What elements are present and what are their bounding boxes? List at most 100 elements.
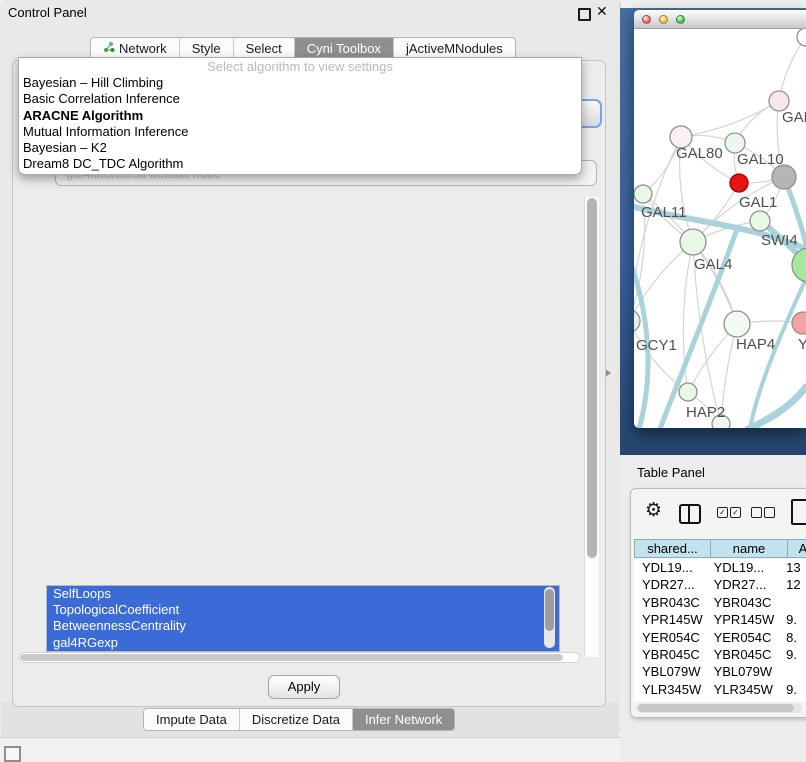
page-icon[interactable] [791,499,806,525]
zoom-traffic-light-icon[interactable] [676,15,685,24]
table-row[interactable]: YDL19...YDL19...13 [634,559,806,576]
tab-cyni-toolbox[interactable]: Cyni Toolbox [294,38,393,59]
table-panel-title: Table Panel [637,465,705,480]
network-node-gal4[interactable] [680,229,706,255]
table-cell: YIL052C [634,698,706,701]
table-cell: 13 [778,559,806,576]
float-window-icon[interactable] [578,8,591,21]
algorithm-option[interactable]: Basic Correlation Inference [19,91,581,107]
dock-panel-icon[interactable] [4,746,21,762]
tab-select[interactable]: Select [233,38,294,59]
tab-style[interactable]: Style [179,38,233,59]
network-node[interactable] [797,29,806,46]
table-cell: YDL19... [706,559,779,576]
list-vertical-scrollbar[interactable] [544,587,555,648]
table-cell: YDR27... [706,576,779,593]
attribute-item[interactable]: gal4RGexp [47,635,559,651]
algorithm-option[interactable]: ARACNE Algorithm [19,108,581,124]
unchecked-box-icon[interactable] [751,507,762,518]
algorithm-option[interactable]: Dream8 DC_TDC Algorithm [19,156,581,172]
minimize-traffic-light-icon[interactable] [659,15,668,24]
table-cell: YDL19... [634,559,706,576]
network-node-hap2[interactable] [679,383,697,401]
node-label: GCY1 [636,337,677,354]
table-row[interactable]: YDR27...YDR27...12 [634,576,806,593]
table-row[interactable]: YBR045CYBR045C9. [634,646,806,663]
network-graph-canvas[interactable]: GALGAL80GAL10GAL1GAL11SWI4GAL4GCY1HAP4YH… [634,29,806,428]
table-cell: 9. [778,646,806,663]
network-window-titlebar[interactable] [634,10,806,29]
tab-jactivemnodules[interactable]: jActiveMNodules [393,38,515,59]
tab-discretize-data[interactable]: Discretize Data [239,709,352,730]
network-view-window[interactable]: GALGAL80GAL10GAL1GAL11SWI4GAL4GCY1HAP4YH… [634,10,806,428]
close-icon[interactable]: ✕ [596,3,608,20]
column-header-A[interactable]: A [788,539,806,558]
network-node-gal1[interactable] [730,174,748,192]
algorithm-option[interactable]: Bayesian – K2 [19,140,581,156]
table-cell: 9 [778,698,806,701]
table-row[interactable]: YER054CYER054C8. [634,629,806,646]
apply-button[interactable]: Apply [268,675,340,699]
network-edge-highlighted[interactable] [750,279,806,428]
unchecked-box-icon[interactable] [764,507,775,518]
data-attributes-list: SelfLoopsTopologicalCoefficientBetweenne… [46,585,560,652]
table-cell: YBR045C [706,646,779,663]
network-node-swi4[interactable] [750,211,770,231]
table-row[interactable]: YLR345WYLR345W9. [634,681,806,698]
node-label: Y [798,336,806,353]
node-table-window: ⚙ ✓ ✓ shared...nameA YDL19...YDL19...13Y… [630,488,806,718]
network-node-gal[interactable] [769,91,789,111]
settings-vertical-scrollbar[interactable] [584,197,599,657]
attribute-item[interactable]: BetweennessCentrality [47,618,559,634]
table-body: YDL19...YDL19...13YDR27...YDR27...12YBR0… [634,559,806,701]
network-node-y[interactable] [792,312,806,334]
table-cell: YER054C [706,629,779,646]
control-panel-window: Control Panel ✕ NetworkStyleSelectCyni T… [0,0,621,731]
node-label: HAP2 [686,404,725,421]
node-label: GAL [782,109,806,126]
column-header-name[interactable]: name [711,539,788,558]
settings-horizontal-scrollbar[interactable] [18,652,580,663]
table-row[interactable]: YBR043CYBR043C [634,594,806,611]
node-label: GAL1 [739,194,777,211]
node-label: GAL4 [694,256,732,273]
attribute-item[interactable]: SelfLoops [47,586,559,602]
tab-infer-network[interactable]: Infer Network [352,709,454,730]
network-node-hap4[interactable] [724,311,750,337]
table-horizontal-scrollbar[interactable] [636,703,802,713]
network-node-gal10[interactable] [725,133,745,153]
node-label: HAP4 [736,336,775,353]
node-label: GAL80 [676,145,723,162]
table-cell: YBR045C [634,646,706,663]
split-columns-icon[interactable] [679,504,701,524]
algorithm-option[interactable]: Mutual Information Inference [19,124,581,140]
table-row[interactable]: YBL079WYBL079W [634,663,806,680]
tab-impute-data[interactable]: Impute Data [144,709,239,730]
table-cell: 9. [778,681,806,698]
table-cell: 8. [778,629,806,646]
network-node-gal11[interactable] [634,185,652,203]
node-label: GAL11 [641,204,687,221]
attribute-item[interactable]: TopologicalCoefficient [47,602,559,618]
data-operation-tabs: Impute DataDiscretize DataInfer Network [143,708,455,731]
close-traffic-light-icon[interactable] [642,15,651,24]
network-node[interactable] [772,165,796,189]
algorithm-option[interactable]: Bayesian – Hill Climbing [19,75,581,91]
table-row[interactable]: YPR145WYPR145W9. [634,611,806,628]
table-row[interactable]: YIL052CYIL052C9 [634,698,806,701]
table-cell: 12 [778,576,806,593]
gear-icon[interactable]: ⚙ [645,501,662,520]
table-cell: YPR145W [634,611,706,628]
table-cell: YPR145W [706,611,779,628]
table-cell: YBR043C [706,594,779,611]
table-cell: YBL079W [634,663,706,680]
network-node-gcy1[interactable] [634,310,640,332]
panel-bottom-divider [0,737,620,738]
tab-network[interactable]: Network [91,38,179,59]
checked-box-icon[interactable]: ✓ [730,507,741,518]
table-cell: YBR043C [634,594,706,611]
checked-box-icon[interactable]: ✓ [717,507,728,518]
dropdown-placeholder: Select algorithm to view settings [19,58,581,75]
network-edge[interactable] [681,101,779,137]
column-header-shared...[interactable]: shared... [634,539,711,558]
